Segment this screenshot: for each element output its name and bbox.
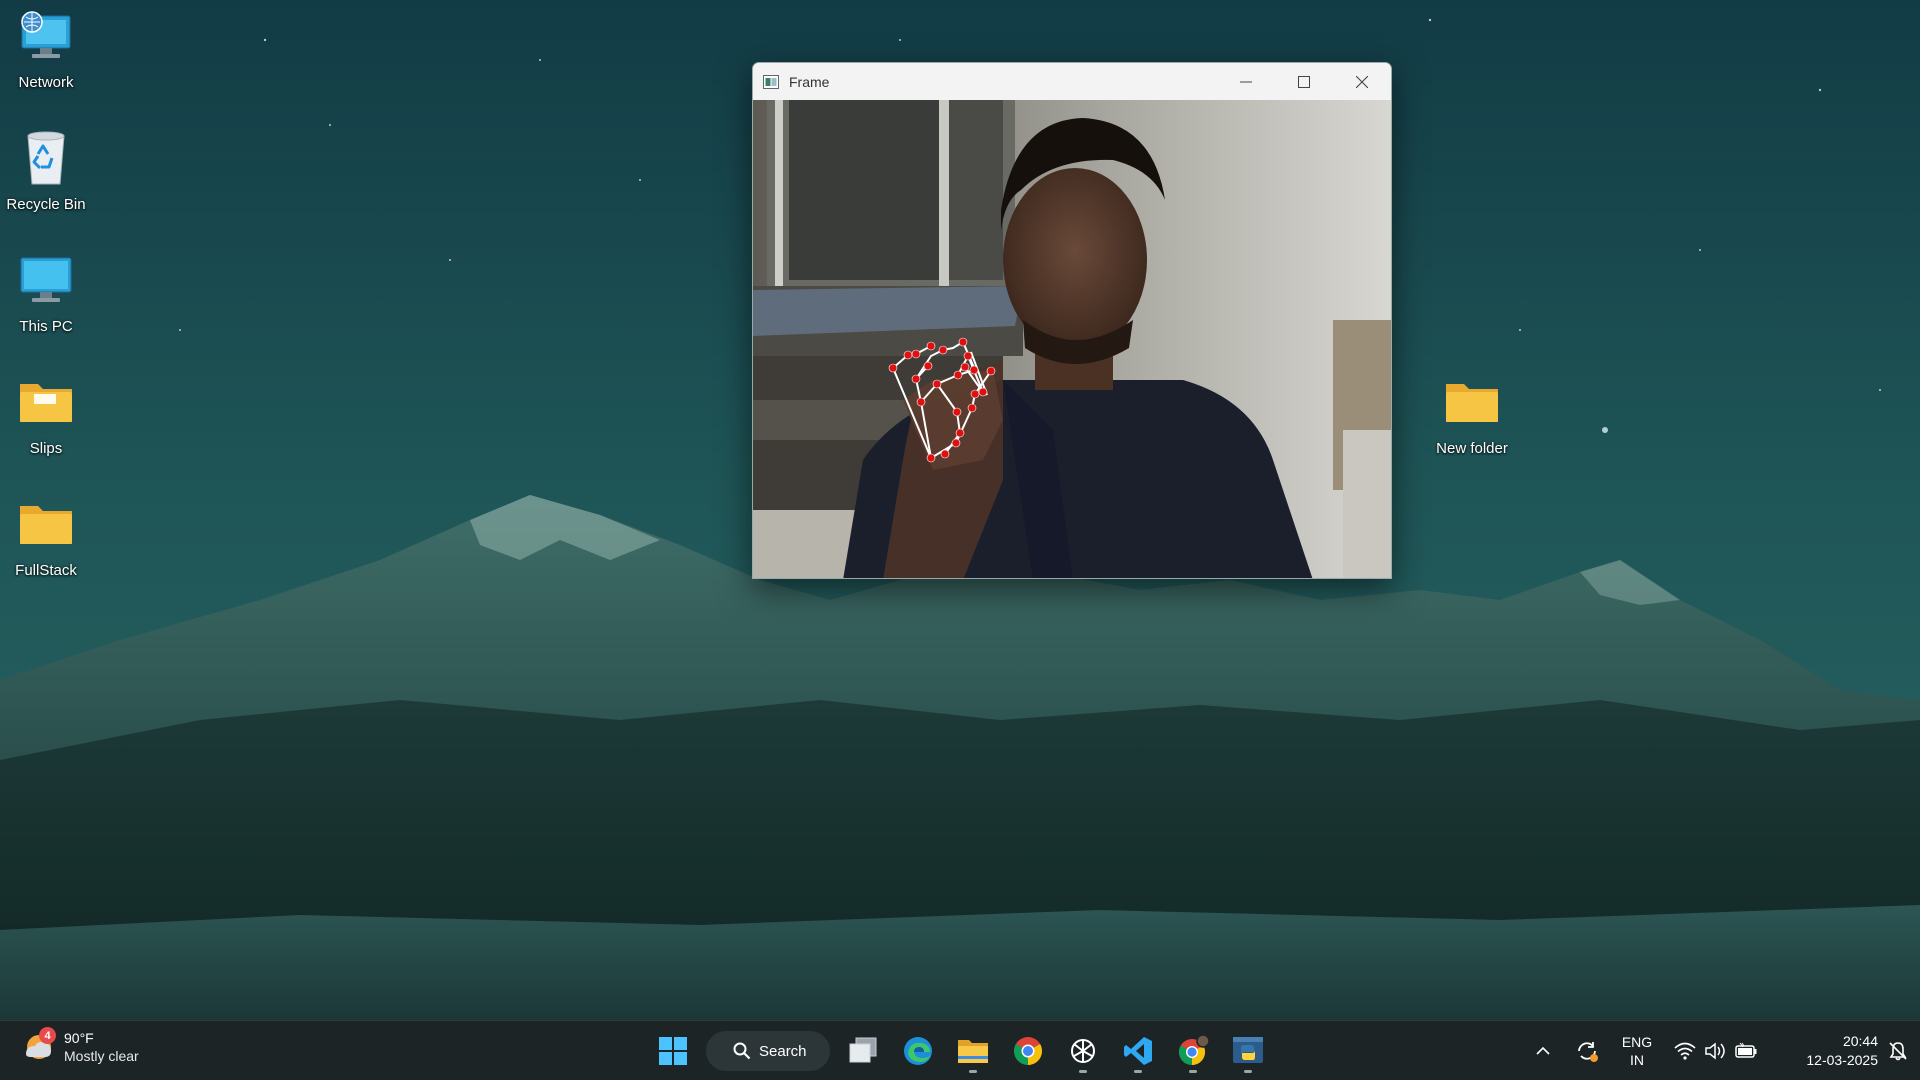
notifications-button[interactable]: [1882, 1021, 1914, 1080]
desktop-icon-label: Recycle Bin: [6, 196, 86, 213]
chatgpt-button[interactable]: [1061, 1029, 1105, 1073]
desktop-icon-network[interactable]: Network: [0, 6, 92, 91]
task-view-button[interactable]: [841, 1029, 885, 1073]
desktop-icon-recycle-bin[interactable]: Recycle Bin: [0, 128, 92, 213]
quick-settings-button[interactable]: [1670, 1021, 1762, 1080]
frame-window[interactable]: Frame: [752, 62, 1392, 579]
search-label: Search: [759, 1042, 807, 1060]
vscode-button[interactable]: [1116, 1029, 1160, 1073]
volume-icon: [1705, 1042, 1725, 1060]
language-code: ENG: [1621, 1034, 1653, 1050]
sync-icon: [1578, 1042, 1598, 1062]
this-pc-icon: [16, 250, 76, 310]
app-window-icon: [763, 73, 781, 91]
maximize-icon: [1298, 75, 1310, 88]
battery-icon: [1735, 1042, 1757, 1058]
edge-icon: [904, 1037, 932, 1065]
vscode-icon: [1124, 1037, 1152, 1065]
chevron-up-icon: [1536, 1046, 1550, 1055]
running-indicator: [1079, 1070, 1087, 1073]
python-button[interactable]: [1226, 1029, 1270, 1073]
system-tray: ENG IN 20:44 12-03-2025: [1500, 1021, 1920, 1080]
clock-button[interactable]: 20:44 12-03-2025: [1768, 1021, 1878, 1080]
clock-time: 20:44: [1842, 1033, 1878, 1049]
input-language-button[interactable]: ENG IN: [1612, 1021, 1662, 1080]
desktop-icon-label: FullStack: [15, 562, 77, 579]
running-indicator: [969, 1070, 977, 1073]
show-hidden-icons-button[interactable]: [1526, 1021, 1560, 1080]
recycle-bin-icon: [16, 128, 76, 188]
network-icon: [16, 6, 76, 66]
clock-date: 12-03-2025: [1806, 1052, 1878, 1068]
desktop-icon-slips[interactable]: Slips: [0, 372, 92, 457]
task-view-icon: [849, 1037, 877, 1063]
minimize-button[interactable]: [1217, 63, 1275, 100]
start-icon: [659, 1037, 687, 1065]
desktop-icon-label: Slips: [29, 440, 63, 457]
desktop-icon-label: Network: [18, 74, 74, 91]
file-explorer-icon: [958, 1040, 988, 1063]
chrome-icon: [1014, 1037, 1042, 1065]
edge-button[interactable]: [896, 1029, 940, 1073]
notification-bell-icon: [1889, 1042, 1907, 1061]
camera-feed: [753, 100, 1391, 578]
folder-icon: [16, 494, 76, 554]
desktop-icon-this-pc[interactable]: This PC: [0, 250, 92, 335]
python-icon: [1233, 1037, 1263, 1063]
chrome-profile-button[interactable]: [1171, 1029, 1215, 1073]
taskbar: 4 90°F Mostly clear Search ENG IN 20:44 …: [0, 1020, 1920, 1080]
search-icon: [733, 1042, 751, 1060]
desktop-icon-new-folder[interactable]: New folder: [1426, 372, 1518, 457]
wifi-icon: [1674, 1042, 1696, 1060]
weather-badge: 4: [39, 1027, 56, 1044]
window-title: Frame: [789, 73, 830, 90]
desktop-icon-label: New folder: [1436, 440, 1508, 457]
start-button[interactable]: [651, 1029, 695, 1073]
window-titlebar[interactable]: Frame: [753, 63, 1391, 100]
minimize-icon: [1240, 81, 1252, 82]
close-button[interactable]: [1333, 63, 1391, 100]
desktop-icon-label: This PC: [19, 318, 73, 335]
weather-description: Mostly clear: [64, 1048, 139, 1064]
running-indicator: [1244, 1070, 1252, 1073]
chrome-profile-icon: [1178, 1034, 1210, 1066]
moon-cloud-icon: 4: [22, 1027, 56, 1064]
sync-status-button[interactable]: [1570, 1021, 1604, 1080]
folder-icon: [1442, 372, 1502, 432]
close-icon: [1356, 75, 1368, 88]
maximize-button[interactable]: [1275, 63, 1333, 100]
weather-temperature: 90°F: [64, 1030, 94, 1046]
folder-icon: [16, 372, 76, 432]
file-explorer-button[interactable]: [951, 1029, 995, 1073]
chatgpt-icon: [1071, 1039, 1095, 1063]
weather-widget[interactable]: 4 90°F Mostly clear: [22, 1027, 139, 1065]
running-indicator: [1189, 1070, 1197, 1073]
taskbar-search-button[interactable]: Search: [706, 1031, 830, 1071]
running-indicator: [1134, 1070, 1142, 1073]
region-code: IN: [1630, 1052, 1644, 1068]
desktop-icon-fullstack[interactable]: FullStack: [0, 494, 92, 579]
chrome-button[interactable]: [1006, 1029, 1050, 1073]
